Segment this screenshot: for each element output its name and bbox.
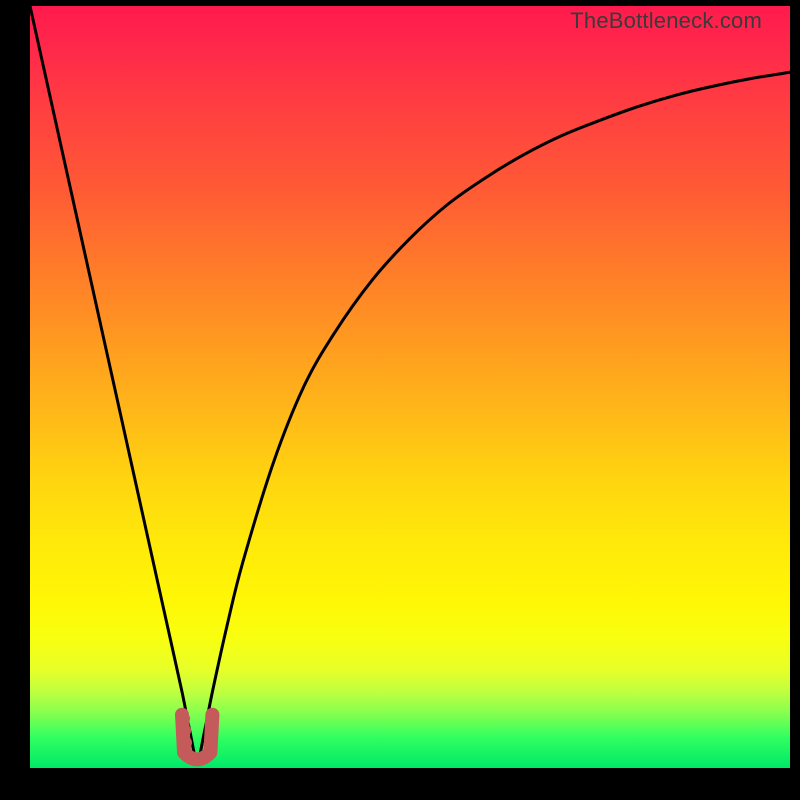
optimal-range-marker bbox=[176, 712, 212, 760]
plot-area bbox=[30, 6, 790, 768]
bottleneck-curve bbox=[30, 6, 790, 760]
watermark-text: TheBottleneck.com bbox=[570, 8, 762, 34]
chart-frame: TheBottleneck.com bbox=[0, 0, 800, 800]
curve-svg bbox=[30, 6, 790, 768]
